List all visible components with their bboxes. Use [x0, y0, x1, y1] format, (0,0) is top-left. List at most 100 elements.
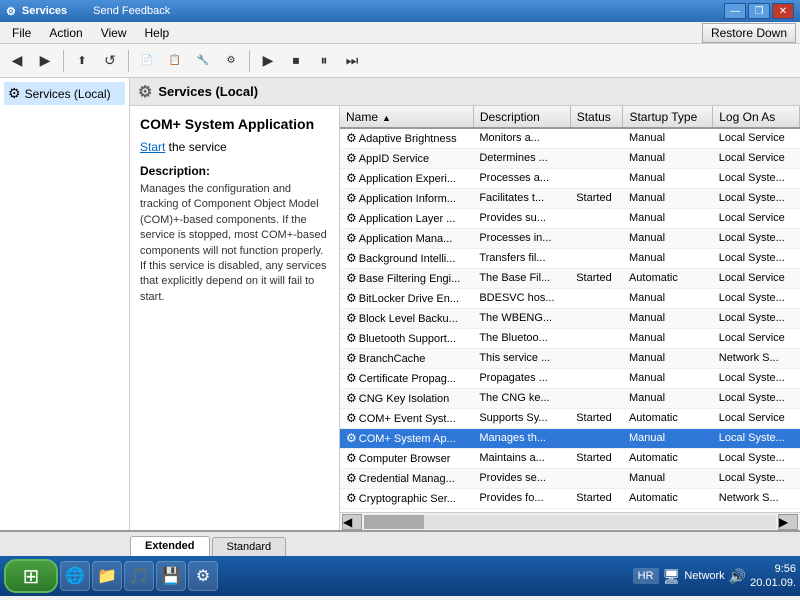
- taskbar-icon-explorer[interactable]: 📁: [92, 561, 122, 591]
- scroll-thumb[interactable]: [364, 515, 424, 529]
- start-button[interactable]: ⊞: [4, 559, 58, 593]
- table-row[interactable]: ⚙Cryptographic Ser...Provides fo...Start…: [340, 488, 800, 508]
- menu-file[interactable]: File: [4, 24, 39, 42]
- table-row[interactable]: ⚙Certificate Propag...Propagates ...Manu…: [340, 368, 800, 388]
- cell-logon: Local Service: [713, 128, 800, 148]
- tab-standard[interactable]: Standard: [212, 537, 287, 556]
- toolbar-play[interactable]: ▶: [255, 48, 281, 74]
- row-icon: ⚙: [346, 271, 357, 285]
- table-row[interactable]: ⚙Background Intelli...Transfers fil...Ma…: [340, 248, 800, 268]
- col-description[interactable]: Description: [473, 106, 570, 128]
- taskbar-icon-ie[interactable]: 🌐: [60, 561, 90, 591]
- volume-icon[interactable]: 🔊: [729, 568, 746, 585]
- toolbar-sep3: [249, 50, 250, 72]
- col-logon[interactable]: Log On As: [713, 106, 800, 128]
- cell-name: ⚙Base Filtering Engi...: [340, 268, 473, 288]
- menu-bar: File Action View Help Restore Down: [0, 22, 800, 44]
- toolbar-refresh[interactable]: ↺: [97, 48, 123, 74]
- cell-logon: Local Syste...: [713, 388, 800, 408]
- cell-desc: Provides su...: [473, 208, 570, 228]
- toolbar-pause[interactable]: ⏸: [311, 48, 337, 74]
- row-icon: ⚙: [346, 431, 357, 445]
- toolbar-back[interactable]: ◀: [4, 48, 30, 74]
- menu-view[interactable]: View: [93, 24, 135, 42]
- cell-status: [570, 468, 623, 488]
- tab-extended[interactable]: Extended: [130, 536, 210, 556]
- locale-indicator: HR: [633, 568, 659, 584]
- toolbar-icon2[interactable]: 📋: [162, 48, 188, 74]
- table-row[interactable]: ⚙Application Layer ...Provides su...Manu…: [340, 208, 800, 228]
- cell-startup: Manual: [623, 328, 713, 348]
- scroll-right-btn[interactable]: ▶: [778, 514, 798, 530]
- scroll-left-btn[interactable]: ◀: [342, 514, 362, 530]
- col-startup[interactable]: Startup Type: [623, 106, 713, 128]
- table-row[interactable]: ⚙COM+ Event Syst...Supports Sy...Started…: [340, 408, 800, 428]
- cell-name: ⚙AppID Service: [340, 148, 473, 168]
- toolbar: ◀ ▶ ⬆ ↺ 📄 📋 🔧 ⚙ ▶ ⏹ ⏸ ⏭: [0, 44, 800, 78]
- toolbar-up[interactable]: ⬆: [69, 48, 95, 74]
- scroll-track[interactable]: [364, 515, 776, 529]
- menu-action[interactable]: Action: [41, 24, 90, 42]
- cell-name: ⚙BitLocker Drive En...: [340, 288, 473, 308]
- table-row[interactable]: ⚙Application Mana...Processes in...Manua…: [340, 228, 800, 248]
- taskbar-icon-settings[interactable]: ⚙: [188, 561, 218, 591]
- table-row[interactable]: ⚙Application Inform...Facilitates t...St…: [340, 188, 800, 208]
- restore-button[interactable]: ❐: [748, 3, 770, 19]
- col-status[interactable]: Status: [570, 106, 623, 128]
- services-local-item[interactable]: ⚙ Services (Local): [4, 82, 125, 105]
- table-row[interactable]: ⚙Base Filtering Engi...The Base Fil...St…: [340, 268, 800, 288]
- cell-startup: Automatic: [623, 448, 713, 468]
- cell-logon: Local Syste...: [713, 428, 800, 448]
- table-row[interactable]: ⚙CNG Key IsolationThe CNG ke...ManualLoc…: [340, 388, 800, 408]
- cell-logon: Local Syste...: [713, 308, 800, 328]
- toolbar-icon1[interactable]: 📄: [134, 48, 160, 74]
- cell-status: [570, 348, 623, 368]
- close-button[interactable]: ✕: [772, 3, 794, 19]
- table-row[interactable]: ⚙BranchCacheThis service ...ManualNetwor…: [340, 348, 800, 368]
- cell-startup: Manual: [623, 348, 713, 368]
- start-service-link[interactable]: Start: [140, 140, 165, 154]
- services-icon: ⚙: [8, 85, 21, 102]
- row-icon: ⚙: [346, 331, 357, 345]
- cell-desc: Facilitates t...: [473, 188, 570, 208]
- cell-desc: Processes in...: [473, 228, 570, 248]
- feedback-link[interactable]: Send Feedback: [93, 5, 170, 17]
- table-row[interactable]: ⚙Computer BrowserMaintains a...StartedAu…: [340, 448, 800, 468]
- table-row[interactable]: ⚙COM+ System Ap...Manages th...ManualLoc…: [340, 428, 800, 448]
- toolbar-icon3[interactable]: 🔧: [190, 48, 216, 74]
- cell-desc: Transfers fil...: [473, 248, 570, 268]
- service-title: COM+ System Application: [140, 116, 329, 132]
- cell-desc: Supports Sy...: [473, 408, 570, 428]
- table-row[interactable]: ⚙Adaptive BrightnessMonitors a...ManualL…: [340, 128, 800, 148]
- restore-down-button[interactable]: Restore Down: [702, 23, 796, 43]
- col-name[interactable]: Name▲: [340, 106, 473, 128]
- row-icon: ⚙: [346, 311, 357, 325]
- taskbar-icon-device[interactable]: 💾: [156, 561, 186, 591]
- content-area: COM+ System Application Start the servic…: [130, 106, 800, 530]
- table-row[interactable]: ⚙BitLocker Drive En...BDESVC hos...Manua…: [340, 288, 800, 308]
- clock-time: 9:56: [750, 562, 796, 576]
- toolbar-stop[interactable]: ⏹: [283, 48, 309, 74]
- horizontal-scrollbar[interactable]: ◀ ▶: [340, 512, 800, 530]
- panel-header: ⚙ Services (Local): [130, 78, 800, 106]
- services-local-label: Services (Local): [25, 87, 111, 101]
- toolbar-icon4[interactable]: ⚙: [218, 48, 244, 74]
- toolbar-next[interactable]: ⏭: [339, 48, 365, 74]
- row-icon: ⚙: [346, 231, 357, 245]
- taskbar-icon-media[interactable]: 🎵: [124, 561, 154, 591]
- cell-desc: Monitors a...: [473, 128, 570, 148]
- table-row[interactable]: ⚙AppID ServiceDetermines ...ManualLocal …: [340, 148, 800, 168]
- toolbar-forward[interactable]: ▶: [32, 48, 58, 74]
- clock[interactable]: 9:56 20.01.09.: [750, 562, 796, 591]
- table-row[interactable]: ⚙Block Level Backu...The WBENG...ManualL…: [340, 308, 800, 328]
- cell-desc: Maintains a...: [473, 448, 570, 468]
- table-row[interactable]: ⚙Credential Manag...Provides se...Manual…: [340, 468, 800, 488]
- row-icon: ⚙: [346, 131, 357, 145]
- table-row[interactable]: ⚙Application Experi...Processes a...Manu…: [340, 168, 800, 188]
- row-icon: ⚙: [346, 351, 357, 365]
- cell-name: ⚙CNG Key Isolation: [340, 388, 473, 408]
- minimize-button[interactable]: —: [724, 3, 746, 19]
- menu-help[interactable]: Help: [137, 24, 178, 42]
- table-row[interactable]: ⚙Bluetooth Support...The Bluetoo...Manua…: [340, 328, 800, 348]
- table-scroll[interactable]: Name▲ Description Status Startup Type Lo…: [340, 106, 800, 512]
